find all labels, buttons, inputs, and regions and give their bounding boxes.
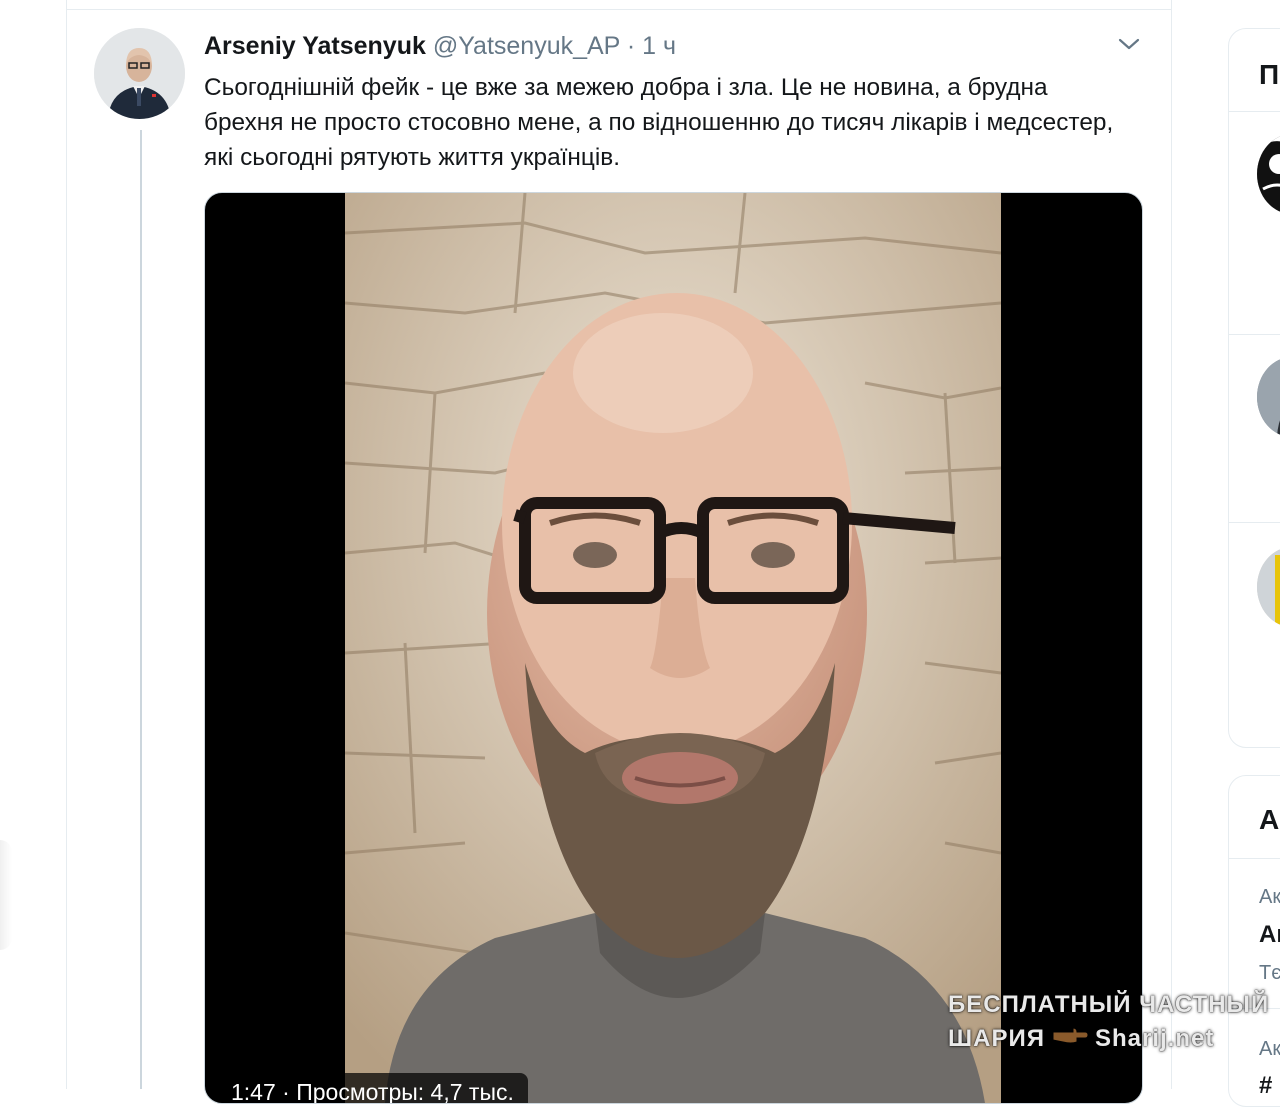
watermark-site: Sharij.net [1094, 1025, 1215, 1052]
chevron-down-icon[interactable] [1117, 32, 1141, 56]
tweet-text: Сьогоднішній фейк - це вже за межею добр… [204, 74, 1114, 171]
sidebar-card-trends: А Ак Аı Тє Ак # [1228, 775, 1280, 1107]
author-handle[interactable]: @Yatsenyuk_AP [433, 32, 620, 60]
pointing-hand-icon [1051, 1022, 1089, 1056]
trend-title[interactable]: Аı [1259, 921, 1280, 949]
watermark-line-2: ШАРИЯ Sharij.net [948, 1022, 1269, 1056]
sidebar-card-title: П [1259, 59, 1280, 90]
watermark-name: ШАРИЯ [948, 1025, 1045, 1052]
divider [1229, 111, 1280, 112]
sidebar-card-who-to-follow: П [1228, 28, 1280, 748]
video-still [345, 193, 1001, 1103]
trend-meta[interactable]: Тє [1259, 962, 1280, 985]
divider [1229, 522, 1280, 523]
divider [1229, 858, 1280, 859]
video-frame[interactable] [345, 193, 1001, 1103]
watermark: БЕСПЛАТНЫЙ ЧАСТНЫЙ ШАРИЯ Sharij.net [948, 988, 1269, 1056]
right-sidebar: П А Ак А Тє Ак # [1228, 0, 1280, 1107]
thread-line [140, 130, 142, 1089]
trend-title[interactable]: # [1259, 1072, 1272, 1100]
tweet-header: Arseniy Yatsenyuk @Yatsenyuk_AP · 1 ч [204, 30, 676, 62]
tweet-video[interactable]: 1:47 · Просмотры: 4,7 тыс. [204, 192, 1143, 1104]
suggested-user-avatar[interactable] [1257, 547, 1280, 627]
page-edge-shadow [0, 840, 12, 950]
suggested-user-avatar[interactable] [1257, 357, 1280, 437]
trend-context[interactable]: Ак [1259, 886, 1280, 909]
watermark-line-1: БЕСПЛАТНЫЙ ЧАСТНЫЙ [948, 991, 1270, 1018]
sidebar-card-title: А [1259, 804, 1280, 835]
avatar-image [94, 28, 185, 119]
author-name[interactable]: Arseniy Yatsenyuk [204, 32, 426, 60]
timeline-column: Arseniy Yatsenyuk @Yatsenyuk_AP · 1 ч Сь… [66, 0, 1172, 1104]
suggested-user-avatar[interactable] [1257, 134, 1280, 214]
author-avatar[interactable] [94, 28, 185, 119]
separator: · [626, 32, 636, 60]
divider [1229, 334, 1280, 335]
tweet-time[interactable]: 1 ч [642, 32, 676, 60]
divider [67, 9, 1171, 10]
